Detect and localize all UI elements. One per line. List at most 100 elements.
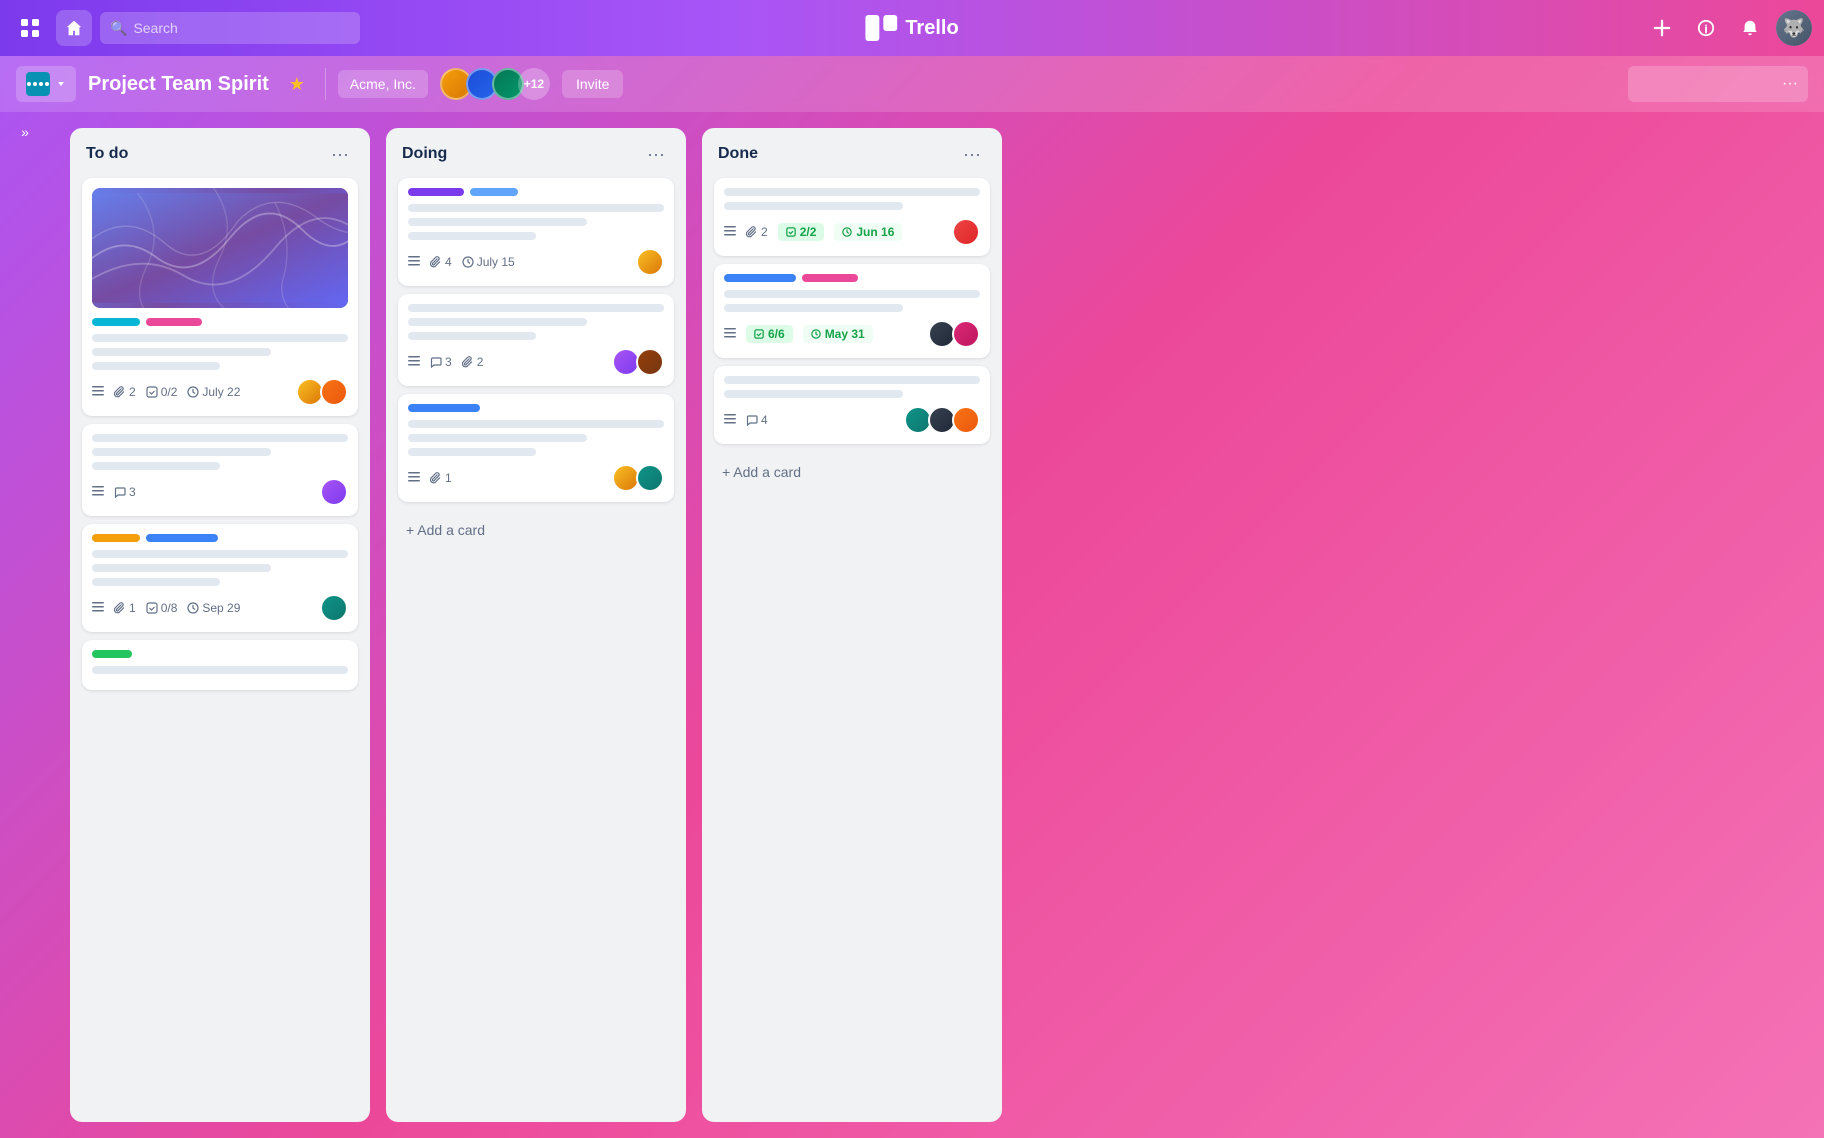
done-avatar-pink (952, 320, 980, 348)
home-button[interactable] (56, 10, 92, 46)
column-todo-title: To do (86, 145, 128, 163)
doing-meta-menu3 (408, 472, 420, 484)
workspace-icon (26, 72, 50, 96)
tag-green (92, 650, 132, 658)
meta-check3: 0/8 (146, 601, 178, 615)
tag-pink (146, 318, 202, 326)
doing-date-1: July 15 (477, 255, 515, 269)
card-text-2 (92, 348, 271, 356)
todo-card-2[interactable]: 3 (82, 424, 358, 516)
doing-card-3-tags (408, 404, 664, 412)
workspace-button[interactable] (16, 66, 76, 102)
todo-card-3-avatars (320, 594, 348, 622)
meta-menu2 (92, 486, 104, 498)
done-date-badge2: May 31 (803, 325, 873, 343)
column-todo-menu[interactable]: ··· (326, 140, 354, 168)
tag-blue (146, 534, 218, 542)
todo-card-2-meta: 3 (92, 478, 348, 506)
notifications-button[interactable] (1732, 10, 1768, 46)
doing-add-card-label: + Add a card (406, 522, 485, 538)
member-avatars: +12 (440, 68, 550, 100)
create-button[interactable] (1644, 10, 1680, 46)
card-avatar-teal (320, 594, 348, 622)
doing-card-2[interactable]: 3 2 (398, 294, 674, 386)
attachment-count: 2 (129, 385, 136, 399)
meta-date: July 22 (187, 385, 240, 399)
column-doing-menu[interactable]: ··· (642, 140, 670, 168)
sidebar-toggle[interactable]: » (0, 112, 50, 152)
todo-card-3-meta: 1 0/8 Sep 29 (92, 594, 348, 622)
todo-card-1[interactable]: 2 0/2 July 22 (82, 178, 358, 416)
todo-card-4-tags (92, 650, 348, 658)
tag-cyan (92, 318, 140, 326)
done-card-1-avatars (952, 218, 980, 246)
doing-card-1-tags (408, 188, 664, 196)
doing-meta-menu2 (408, 356, 420, 368)
doing-meta-comment2: 3 (430, 355, 452, 369)
meta-menu3 (92, 602, 104, 614)
todo-card-1-meta: 2 0/2 July 22 (92, 378, 348, 406)
more-members-button[interactable]: +12 (518, 68, 550, 100)
column-done-menu[interactable]: ··· (958, 140, 986, 168)
done-checklist-badge2: 6/6 (746, 325, 793, 343)
todo-card-4[interactable] (82, 640, 358, 690)
app-name: Trello (905, 17, 958, 40)
doing-meta-attach2: 2 (462, 355, 484, 369)
done-add-card-label: + Add a card (722, 464, 801, 480)
done-meta-menu3 (724, 414, 736, 426)
search-bar[interactable]: 🔍 Search (100, 12, 360, 44)
done-card-2[interactable]: 6/6 May 31 (714, 264, 990, 358)
todo-card-1-cover (92, 188, 348, 308)
star-button[interactable]: ★ (281, 68, 313, 100)
doing-card-1-avatars (636, 248, 664, 276)
card-text-3 (92, 362, 220, 370)
doing-card-3-meta: 1 (408, 464, 664, 492)
done-card-1[interactable]: 2 2/2 Jun 16 (714, 178, 990, 256)
top-nav: 🔍 Search Trello 🐺 (0, 0, 1824, 56)
board-more-button[interactable]: ··· (1628, 66, 1808, 102)
user-avatar-image: 🐺 (1776, 10, 1812, 46)
done-date-badge1: Jun 16 (834, 223, 902, 241)
invite-button[interactable]: Invite (562, 70, 623, 98)
doing-add-card[interactable]: + Add a card (398, 514, 674, 546)
column-done-title: Done (718, 145, 758, 163)
doing-avatar-beige (636, 248, 664, 276)
board-content: To do ··· (0, 112, 1824, 1138)
info-button[interactable] (1688, 10, 1724, 46)
column-doing: Doing ··· 4 July 15 (386, 128, 686, 1122)
done-card-2-tags (724, 274, 980, 282)
done-date-value2: May 31 (825, 327, 865, 341)
search-placeholder: Search (133, 20, 177, 36)
comment-count: 3 (129, 485, 136, 499)
doing-card-1-meta: 4 July 15 (408, 248, 664, 276)
doing-tag-blue (408, 404, 480, 412)
tag-yellow (92, 534, 140, 542)
card-avatar-purple (320, 478, 348, 506)
todo-card-3[interactable]: 1 0/8 Sep 29 (82, 524, 358, 632)
doing-card-1[interactable]: 4 July 15 (398, 178, 674, 286)
doing-avatar-brown (636, 348, 664, 376)
board-title: Project Team Spirit (88, 73, 269, 96)
meta-attachments: 2 (114, 385, 136, 399)
more-icon: ··· (1782, 75, 1798, 93)
done-add-card[interactable]: + Add a card (714, 456, 990, 488)
tag-purple (408, 188, 464, 196)
done-tag-pink (802, 274, 858, 282)
done-meta-attach1: 2 (746, 225, 768, 239)
column-doing-header: Doing ··· (398, 140, 674, 168)
doing-card-3[interactable]: 1 (398, 394, 674, 502)
nav-right: 🐺 (1644, 10, 1812, 46)
todo-card-1-tags (92, 318, 348, 326)
column-todo: To do ··· (70, 128, 370, 1122)
column-done-header: Done ··· (714, 140, 990, 168)
grid-icon[interactable] (12, 10, 48, 46)
workspace-name-button[interactable]: Acme, Inc. (338, 70, 428, 98)
todo-card-3-tags (92, 534, 348, 542)
column-todo-header: To do ··· (82, 140, 358, 168)
done-card-3[interactable]: 4 (714, 366, 990, 444)
user-avatar[interactable]: 🐺 (1776, 10, 1812, 46)
todo-card-1-avatars (296, 378, 348, 406)
done-card-2-meta: 6/6 May 31 (724, 320, 980, 348)
todo-card-2-avatars (320, 478, 348, 506)
done-card-3-avatars (904, 406, 980, 434)
